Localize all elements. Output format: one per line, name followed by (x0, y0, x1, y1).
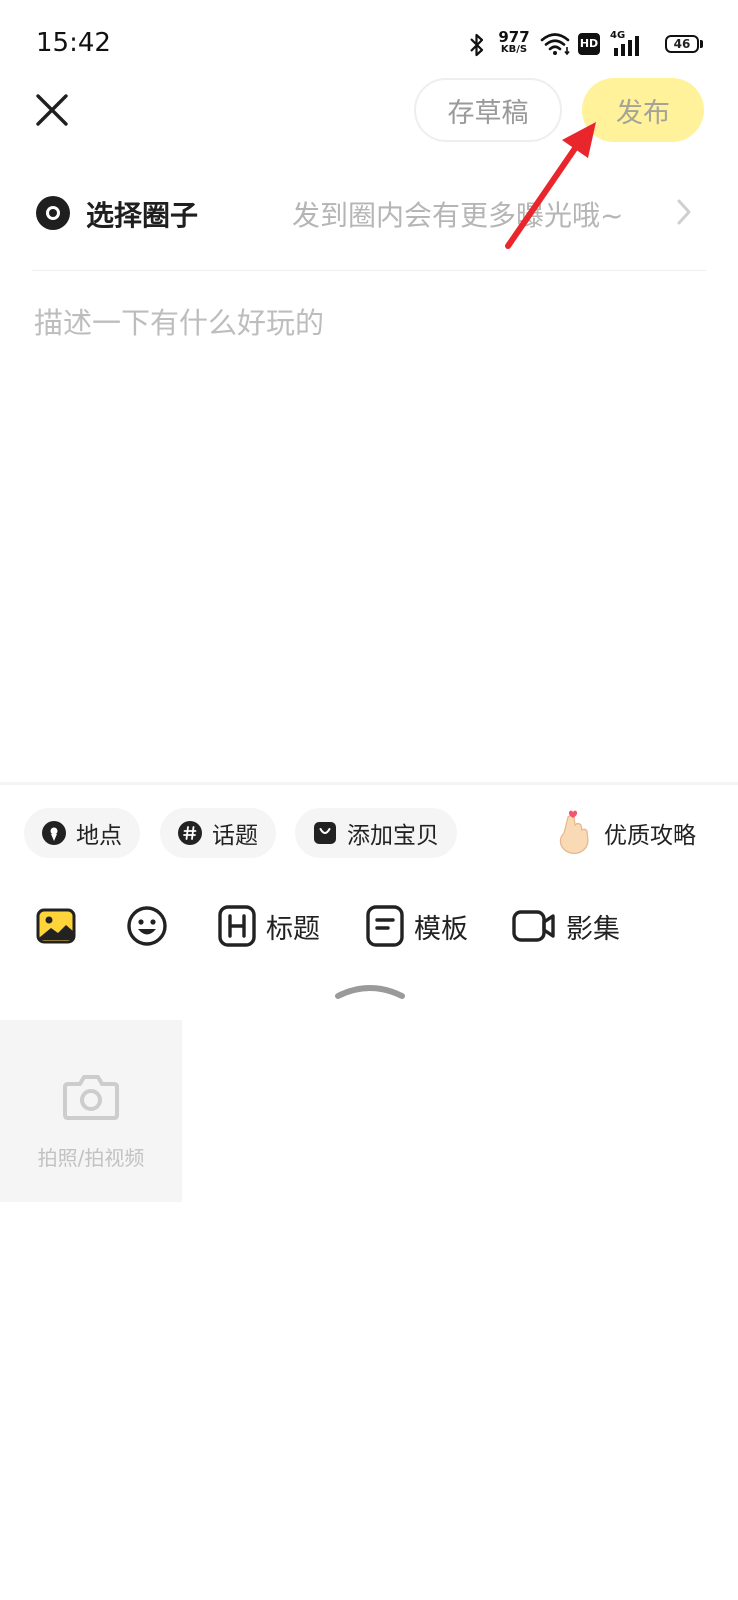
add-product-chip-label: 添加宝贝 (347, 823, 439, 849)
video-camera-icon (512, 910, 555, 942)
template-tool-label: 模板 (414, 913, 468, 945)
shopping-bag-icon (314, 822, 336, 844)
circle-target-icon (36, 196, 70, 230)
camera-icon (63, 1075, 119, 1120)
wifi-icon (540, 33, 570, 56)
heading-icon (218, 905, 256, 947)
smiley-icon (127, 906, 167, 946)
hashtag-icon (178, 821, 202, 845)
close-icon[interactable] (30, 88, 74, 132)
chevron-right-icon (677, 199, 691, 225)
take-photo-video-tile[interactable]: 拍照/拍视频 (0, 1020, 182, 1202)
insert-heading-tool[interactable]: 标题 (218, 902, 320, 950)
location-pin-icon (42, 821, 66, 845)
topic-chip[interactable]: 话题 (160, 808, 276, 858)
quality-guide-label: 优质攻略 (604, 823, 696, 849)
finger-heart-icon (559, 810, 589, 854)
quality-guide-link[interactable]: 优质攻略 (554, 808, 696, 858)
annotation-arrow-icon (505, 122, 596, 249)
template-icon (366, 905, 404, 947)
heading-tool-label: 标题 (266, 913, 320, 945)
battery-indicator: 46 (665, 35, 699, 53)
location-chip[interactable]: 地点 (24, 808, 140, 858)
hd-icon: HD (578, 33, 600, 55)
insert-emoji-tool[interactable] (126, 902, 178, 950)
album-tool-label: 影集 (566, 913, 620, 945)
bluetooth-icon (470, 33, 484, 57)
network-speed: 977 KB/S (498, 28, 530, 55)
select-circle-row[interactable]: 选择圈子 发到圈内会有更多曝光哦~ (0, 176, 738, 268)
select-circle-label: 选择圈子 (86, 199, 199, 232)
take-photo-video-label: 拍照/拍视频 (37, 1146, 145, 1170)
insert-template-tool[interactable]: 模板 (366, 902, 468, 950)
image-icon (36, 908, 76, 944)
divider (32, 270, 706, 271)
add-product-chip[interactable]: 添加宝贝 (295, 808, 457, 858)
battery-tip (700, 40, 703, 48)
insert-album-tool[interactable]: 影集 (512, 902, 620, 950)
divider (0, 782, 738, 785)
topic-chip-label: 话题 (212, 823, 258, 849)
insert-image-tool[interactable] (36, 902, 86, 950)
location-chip-label: 地点 (76, 823, 122, 849)
signal-icon (614, 36, 639, 56)
status-time: 15:42 (36, 28, 111, 58)
collapse-handle-icon[interactable] (334, 982, 406, 1000)
description-input[interactable] (30, 300, 706, 740)
